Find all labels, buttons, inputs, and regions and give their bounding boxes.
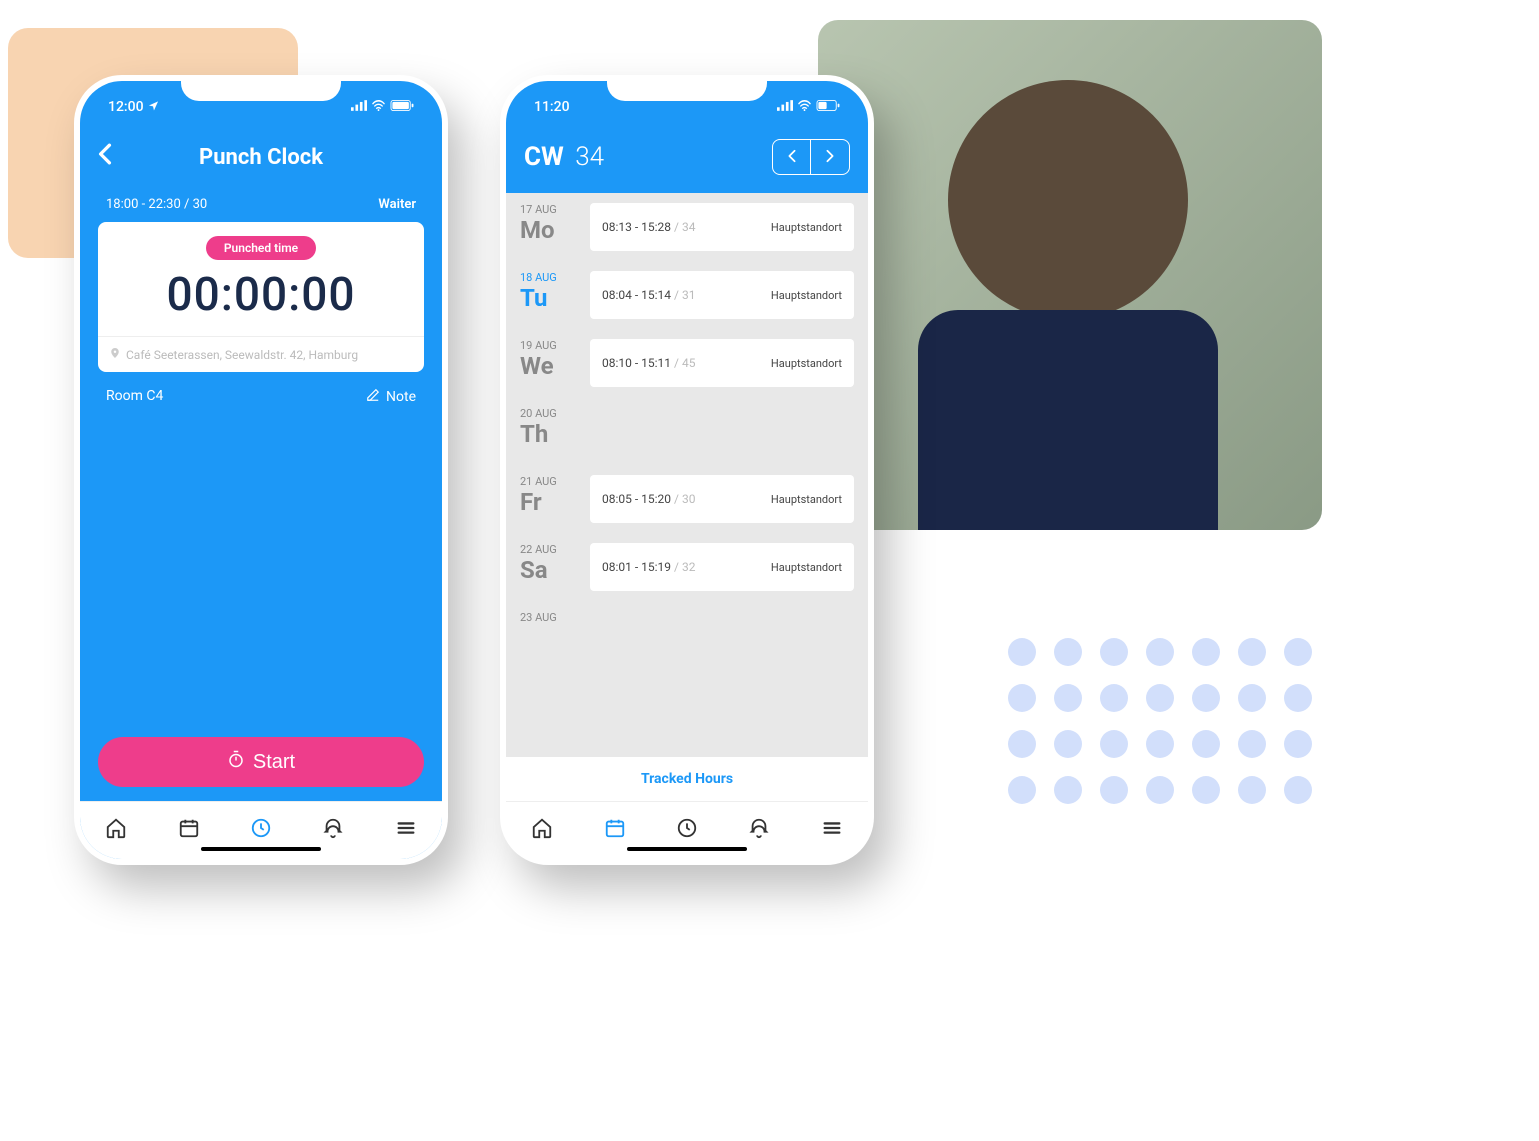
day-row: 23 AUG [506, 601, 868, 669]
break-duration: / 31 [674, 288, 695, 302]
day-row: 22 AUGSa 08:01 - 15:19 / 32 Hauptstandort [506, 533, 868, 601]
day-short: Tu [520, 284, 578, 312]
day-row: 21 AUGFr 08:05 - 15:20 / 30 Hauptstandort [506, 465, 868, 533]
phone-punch-clock: 12:00 Punch Clock 18:00 - 22:30 / 30 Wai… [74, 75, 448, 865]
time-range: 08:13 - 15:28 [602, 220, 674, 234]
day-date: 20 AUG [520, 407, 578, 420]
location-label: Hauptstandort [771, 493, 842, 506]
role-label: Waiter [378, 197, 416, 212]
cw-number: 34 [575, 142, 604, 172]
back-button[interactable] [98, 142, 112, 172]
start-button[interactable]: Start [98, 737, 424, 787]
nav-bell-icon[interactable] [748, 817, 770, 845]
nav-home-icon[interactable] [105, 817, 127, 845]
status-time: 11:20 [534, 99, 570, 115]
day-short: Fr [520, 488, 578, 516]
time-range: 08:04 - 15:14 [602, 288, 674, 302]
break-duration: / 30 [674, 492, 695, 506]
break-duration: / 34 [674, 220, 695, 234]
battery-icon [816, 99, 840, 115]
location-arrow-icon [148, 99, 159, 115]
room-label: Room C4 [106, 388, 163, 406]
nav-menu-icon[interactable] [395, 817, 417, 845]
signal-icon [351, 99, 367, 115]
page-title: Punch Clock [199, 145, 323, 170]
location-row: Café Seeterassen, Seewaldstr. 42, Hambur… [98, 336, 424, 372]
day-short: Th [520, 420, 578, 448]
pencil-icon [366, 388, 380, 406]
day-short: Sa [520, 556, 578, 584]
day-date: 21 AUG [520, 475, 578, 488]
day-card[interactable]: 08:01 - 15:19 / 32 Hauptstandort [590, 543, 854, 591]
stopwatch-icon [227, 750, 245, 774]
battery-icon [390, 99, 414, 115]
day-card[interactable]: 08:05 - 15:20 / 30 Hauptstandort [590, 475, 854, 523]
signal-icon [777, 99, 793, 115]
timer-display: 00:00:00 [98, 260, 424, 336]
home-indicator [627, 847, 747, 851]
week-list: 17 AUGMo08:13 - 15:28 / 34Hauptstandort1… [506, 193, 868, 757]
cw-label: CW [524, 142, 564, 172]
day-date: 23 AUG [520, 611, 578, 624]
nav-home-icon[interactable] [531, 817, 553, 845]
location-label: Hauptstandort [771, 221, 842, 234]
tracked-hours-button[interactable]: Tracked Hours [506, 757, 868, 801]
day-row: 18 AUGTu 08:04 - 15:14 / 31 Hauptstandort [506, 261, 868, 329]
break-duration: / 45 [674, 356, 695, 370]
phone-week-view: 11:20 CW 34 17 AUGMo 08:13 - 15:28 / 34 Ha… [500, 75, 874, 865]
break-duration: / 32 [674, 560, 695, 574]
day-card[interactable]: 08:04 - 15:14 / 31 Hauptstandort [590, 271, 854, 319]
wifi-icon [371, 99, 386, 115]
status-time: 12:00 [108, 99, 144, 115]
prev-week-button[interactable] [773, 140, 811, 174]
location-label: Hauptstandort [771, 357, 842, 370]
nav-calendar-icon[interactable] [178, 817, 200, 845]
day-row: 19 AUGWe 08:10 - 15:11 / 45 Hauptstandort [506, 329, 868, 397]
day-row: 17 AUGMo 08:13 - 15:28 / 34 Hauptstandort [506, 193, 868, 261]
timer-card: Punched time 00:00:00 Café Seeterassen, … [98, 222, 424, 372]
nav-clock-icon[interactable] [250, 817, 272, 845]
day-card [590, 407, 854, 455]
day-short: We [520, 352, 578, 380]
shift-info: 18:00 - 22:30 / 30 Waiter [80, 193, 442, 222]
note-label: Note [386, 389, 416, 405]
day-date: 18 AUG [520, 271, 578, 284]
day-date: 17 AUG [520, 203, 578, 216]
time-range: 08:10 - 15:11 [602, 356, 674, 370]
nav-menu-icon[interactable] [821, 817, 843, 845]
day-card[interactable]: 08:13 - 15:28 / 34 Hauptstandort [590, 203, 854, 251]
location-label: Hauptstandort [771, 289, 842, 302]
next-week-button[interactable] [811, 140, 849, 174]
day-date: 19 AUG [520, 339, 578, 352]
location-label: Hauptstandort [771, 561, 842, 574]
decorative-dots [1008, 638, 1312, 804]
day-card [590, 611, 854, 659]
day-short: Mo [520, 216, 578, 244]
home-indicator [201, 847, 321, 851]
nav-bell-icon[interactable] [322, 817, 344, 845]
punched-badge: Punched time [206, 236, 316, 260]
shift-time: 18:00 - 22:30 / 30 [106, 197, 207, 212]
person-photo [818, 20, 1322, 530]
day-card[interactable]: 08:10 - 15:11 / 45 Hauptstandort [590, 339, 854, 387]
time-range: 08:05 - 15:20 [602, 492, 674, 506]
time-range: 08:01 - 15:19 [602, 560, 674, 574]
week-nav [772, 139, 850, 175]
nav-calendar-icon[interactable] [604, 817, 626, 845]
wifi-icon [797, 99, 812, 115]
nav-clock-icon[interactable] [676, 817, 698, 845]
start-label: Start [253, 751, 295, 774]
pin-icon [110, 347, 120, 362]
day-date: 22 AUG [520, 543, 578, 556]
day-row: 20 AUGTh [506, 397, 868, 465]
note-button[interactable]: Note [366, 388, 416, 406]
location-text: Café Seeterassen, Seewaldstr. 42, Hambur… [126, 348, 358, 362]
